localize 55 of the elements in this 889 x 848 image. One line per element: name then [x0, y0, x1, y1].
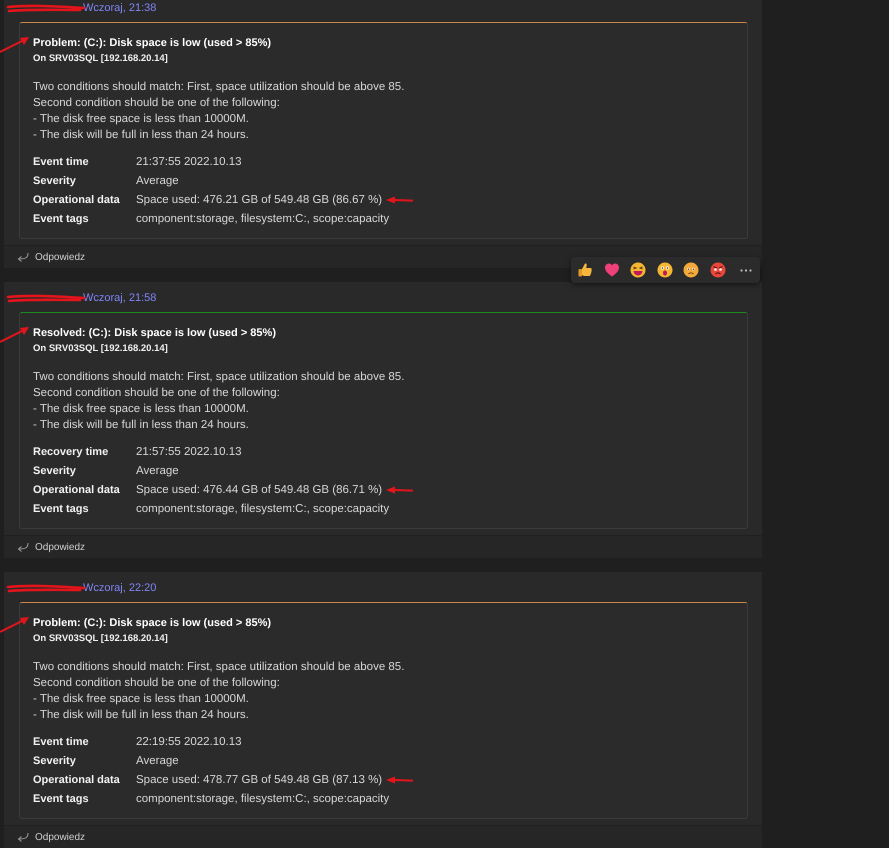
field-value: Space used: 476.44 GB of 549.48 GB (86.71 %) — [136, 484, 382, 496]
alert-host: On SRV03SQL [192.168.20.14] — [33, 342, 169, 356]
message-time[interactable]: Wczoraj, 21:58 — [83, 290, 156, 306]
sad-face-icon[interactable] — [683, 262, 699, 278]
annotation-arrow — [0, 614, 30, 634]
message-time[interactable]: Wczoraj, 22:20 — [83, 580, 156, 596]
annotation-arrow — [386, 486, 414, 494]
field-label: Event time — [33, 736, 90, 748]
field-value: component:storage, filesystem:C:, scope:capacity — [136, 502, 390, 514]
field-label: Severity — [33, 174, 77, 186]
surprised-face-icon[interactable] — [656, 262, 672, 278]
field-value: Space used: 476.21 GB of 549.48 GB (86.67 %) — [136, 194, 382, 206]
field-label: Event tags — [33, 212, 90, 224]
reply-button[interactable]: Odpowiedz — [4, 830, 90, 844]
field-value: Average — [136, 464, 179, 476]
field-value: 21:57:55 2022.10.13 — [136, 446, 242, 458]
field-value: 21:37:55 2022.10.13 — [136, 156, 242, 168]
field-label: Event tags — [33, 502, 90, 514]
alert-description: Two conditions should match: First, space utilization should be above 85. Second condition should be one of the following: - The disk free space is less than 10000M. - The disk will be full in less than 24 hours. — [33, 660, 406, 723]
alert-description: Two conditions should match: First, space utilization should be above 85. Second condition should be one of the following: - The disk free space is less than 10000M. - The disk will be full in less than 24 hours. — [33, 80, 406, 143]
thumbs-up-icon[interactable] — [577, 262, 593, 278]
alert-title: Problem: (C:): Disk space is low (used > 85%) — [33, 36, 272, 51]
field-value: 22:19:55 2022.10.13 — [136, 736, 242, 748]
heart-icon[interactable] — [604, 262, 620, 278]
field-value: component:storage, filesystem:C:, scope:capacity — [136, 792, 390, 804]
laughing-face-icon[interactable] — [630, 262, 646, 278]
field-label: Recovery time — [33, 446, 110, 458]
field-value: Space used: 478.77 GB of 549.48 GB (87.13 %) — [136, 774, 382, 786]
alert-host: On SRV03SQL [192.168.20.14] — [33, 632, 169, 646]
field-label: Operational data — [33, 194, 121, 206]
reply-button[interactable]: Odpowiedz — [4, 540, 90, 554]
field-label: Event tags — [33, 792, 90, 804]
annotation-arrow — [386, 776, 414, 784]
reply-icon — [17, 832, 29, 842]
reply-icon — [17, 542, 29, 552]
alert-title: Resolved: (C:): Disk space is low (used > 85%) — [33, 326, 277, 341]
alert-description: Two conditions should match: First, space utilization should be above 85. Second condition should be one of the following: - The disk free space is less than 10000M. - The disk will be full in less than 24 hours. — [33, 370, 406, 433]
field-value: Average — [136, 754, 179, 766]
field-value: component:storage, filesystem:C:, scope:capacity — [136, 212, 390, 224]
field-label: Severity — [33, 464, 77, 476]
alert-title: Problem: (C:): Disk space is low (used > 85%) — [33, 616, 272, 631]
field-label: Severity — [33, 754, 77, 766]
annotation-arrow — [0, 324, 30, 344]
angry-face-icon[interactable] — [710, 262, 726, 278]
field-label: Operational data — [33, 484, 121, 496]
alert-host: On SRV03SQL [192.168.20.14] — [33, 52, 169, 66]
more-options-icon[interactable] — [740, 268, 752, 272]
field-label: Operational data — [33, 774, 121, 786]
annotation-arrow — [0, 34, 30, 54]
field-label: Event time — [33, 156, 90, 168]
reply-icon — [17, 252, 29, 262]
reply-button[interactable]: Odpowiedz — [4, 250, 90, 264]
message-time[interactable]: Wczoraj, 21:38 — [83, 0, 156, 16]
field-value: Average — [136, 174, 179, 186]
annotation-arrow — [386, 196, 414, 204]
